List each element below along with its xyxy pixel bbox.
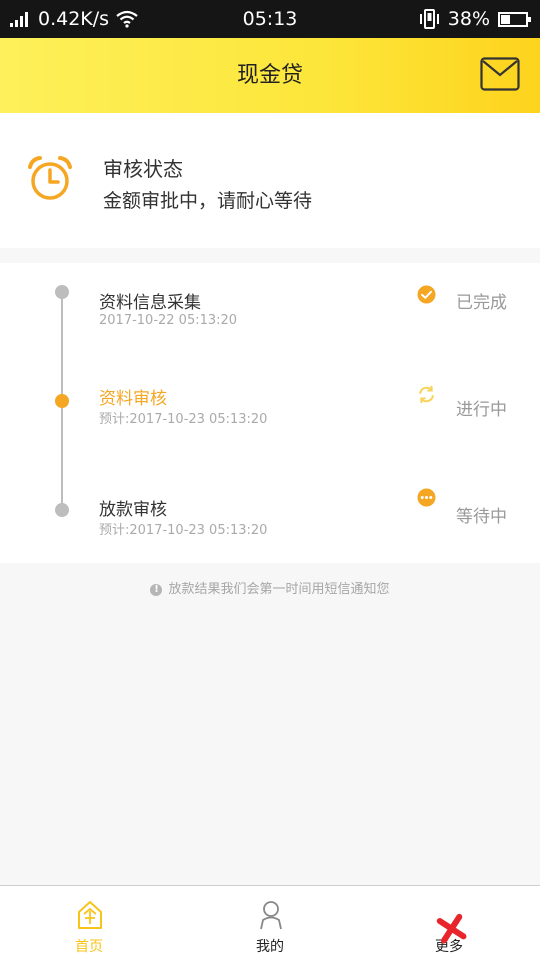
vibrate-icon: [419, 9, 439, 29]
review-status-subtitle: 金额审批中，请耐心等待: [103, 190, 313, 212]
check-icon: [417, 285, 436, 304]
alarm-clock-icon: [28, 156, 72, 200]
nav-item-mine[interactable]: 我的: [180, 886, 360, 961]
nav-label-mine: 我的: [256, 939, 284, 955]
status-bar-right: 38%: [418, 0, 531, 38]
step-status: 已完成: [456, 293, 507, 313]
battery-percent: 38%: [447, 8, 490, 30]
info-icon: !: [150, 584, 163, 596]
step-time: 2017-10-22 05:13:20: [99, 313, 238, 328]
step-name: 放款审核: [99, 500, 167, 520]
notice-text: 放款结果我们会第一时间用短信通知您: [168, 582, 390, 597]
timeline-dot-waiting: [55, 503, 69, 517]
home-icon: [78, 901, 102, 929]
step-name: 资料信息采集: [99, 293, 201, 313]
review-status-title: 审核状态: [103, 157, 183, 181]
mail-icon[interactable]: [480, 57, 520, 91]
nav-item-home[interactable]: 首页: [0, 886, 180, 961]
timeline-dot-active: [55, 394, 69, 408]
timeline-dot-done: [55, 285, 69, 299]
step-time: 预计:2017-10-23 05:13:20: [99, 412, 268, 427]
step-status: 进行中: [456, 400, 507, 420]
step-status: 等待中: [456, 507, 507, 527]
page-title: 现金贷: [236, 63, 303, 88]
battery-icon: [498, 11, 531, 27]
nav-label-home: 首页: [75, 939, 103, 955]
more-dots-icon: [417, 488, 436, 507]
app-header: 现金贷: [0, 38, 540, 113]
sms-notice: ! 放款结果我们会第一时间用短信通知您: [0, 578, 540, 597]
user-icon: [260, 901, 282, 930]
step-time: 预计:2017-10-23 05:13:20: [99, 523, 268, 538]
review-status-card: [0, 113, 540, 248]
refresh-icon: [419, 385, 434, 404]
status-bar: 0.42K/s 05:13 38%: [0, 0, 540, 38]
step-name: 资料审核: [99, 389, 167, 409]
